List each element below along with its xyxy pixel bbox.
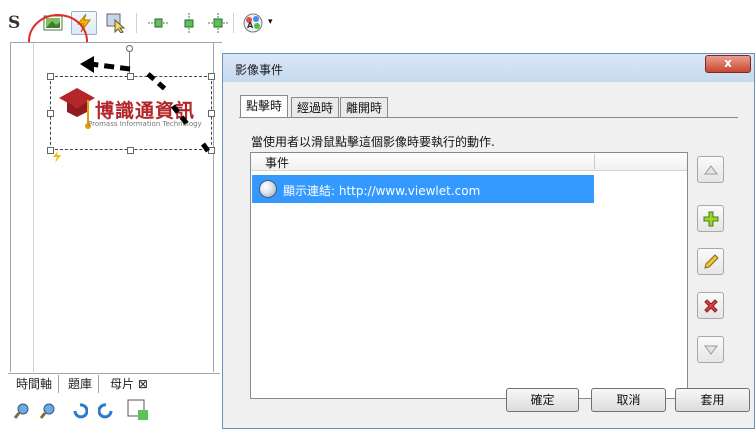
align-horizontal-icon xyxy=(148,18,168,28)
resize-handle[interactable] xyxy=(47,110,54,117)
event-list[interactable]: 事件 顯示連結: http://www.viewlet.com xyxy=(250,152,688,399)
image-event-dialog: 影像事件 x 點擊時 經過時 離開時 當使用者以滑鼠點擊這個影像時要執行的動作.… xyxy=(222,53,755,429)
pointer-select-icon xyxy=(106,13,126,33)
align-vertical-button[interactable] xyxy=(176,11,202,35)
edit-icon xyxy=(703,253,719,269)
annotation-arrows xyxy=(80,56,211,153)
apply-button[interactable]: 套用 xyxy=(675,388,750,412)
svg-text:A: A xyxy=(247,21,254,30)
close-button[interactable]: x xyxy=(705,55,751,73)
distribute-button[interactable] xyxy=(205,11,231,35)
add-icon xyxy=(703,211,718,226)
redo-icon[interactable] xyxy=(98,403,114,419)
dialog-title: 影像事件 xyxy=(235,63,284,77)
column-divider xyxy=(594,154,595,169)
event-marker-icon xyxy=(53,151,61,163)
toolbar-separator xyxy=(136,13,137,33)
align-vertical-icon xyxy=(184,13,194,33)
main-toolbar: S A ▾ xyxy=(0,0,755,42)
tab-on-leave[interactable]: 離開時 xyxy=(340,97,389,117)
app-logo: S xyxy=(8,13,21,33)
move-down-icon xyxy=(703,345,718,355)
select-tool-button[interactable] xyxy=(103,11,129,35)
tab-master-slide[interactable]: 母片 ⊠ xyxy=(104,375,154,393)
tab-question-bank[interactable]: 題庫 xyxy=(62,375,100,393)
ok-button[interactable]: 確定 xyxy=(506,388,579,412)
column-header-event[interactable]: 事件 xyxy=(265,154,289,171)
zoom-in-icon[interactable] xyxy=(14,403,30,419)
dialog-titlebar[interactable] xyxy=(223,54,754,82)
undo-icon[interactable] xyxy=(72,403,88,419)
tab-timeline[interactable]: 時間軸 xyxy=(10,375,60,393)
list-item-text: 顯示連結: http://www.viewlet.com xyxy=(283,184,481,198)
tab-panel-border xyxy=(239,117,738,118)
move-up-button[interactable] xyxy=(697,156,724,183)
guide-line xyxy=(33,42,34,372)
delete-icon xyxy=(703,298,718,313)
color-palette-icon: A xyxy=(243,13,263,33)
edit-button[interactable] xyxy=(697,248,724,275)
color-button[interactable]: A xyxy=(240,11,266,35)
stage-top-border xyxy=(10,42,222,43)
move-up-icon xyxy=(703,164,718,174)
distribute-icon xyxy=(208,13,228,33)
cancel-button[interactable]: 取消 xyxy=(591,388,666,412)
list-header xyxy=(251,153,687,171)
tab-on-click[interactable]: 點擊時 xyxy=(240,95,289,118)
dropdown-arrow-icon[interactable]: ▾ xyxy=(268,17,273,27)
delete-button[interactable] xyxy=(697,292,724,319)
rotate-handle[interactable] xyxy=(126,45,133,52)
move-down-button[interactable] xyxy=(697,336,724,363)
add-button[interactable] xyxy=(697,205,724,232)
toolbar-separator xyxy=(233,13,234,33)
zoom-out-icon[interactable] xyxy=(40,403,56,419)
align-horizontal-button[interactable] xyxy=(145,11,171,35)
tab-on-hover[interactable]: 經過時 xyxy=(291,97,340,117)
description-label: 當使用者以滑鼠點擊這個影像時要執行的動作. xyxy=(251,135,495,149)
link-action-icon xyxy=(259,180,277,198)
stage-border xyxy=(10,42,11,372)
add-slide-icon[interactable] xyxy=(127,399,149,421)
resize-handle[interactable] xyxy=(47,73,54,80)
